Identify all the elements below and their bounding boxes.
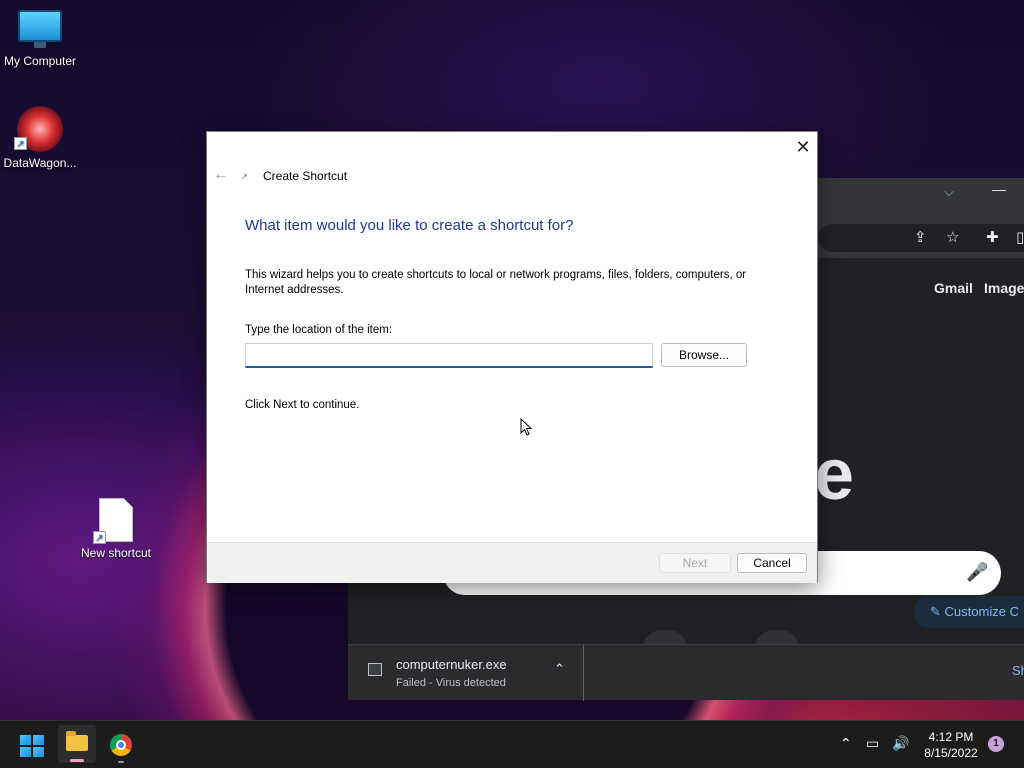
notification-badge[interactable]: 1 [988,736,1004,752]
taskbar-file-explorer[interactable] [58,725,96,763]
share-icon[interactable]: ⇪ [914,228,927,246]
location-label: Type the location of the item: [245,324,393,336]
sidebar-icon[interactable]: ▯ [1016,228,1024,246]
desktop-icon-label: New shortcut [80,546,152,560]
bookmark-star-icon[interactable]: ☆ [946,228,959,246]
taskbar-clock[interactable]: 4:12 PM 8/15/2022 [918,729,984,761]
running-indicator [118,761,124,763]
start-button[interactable] [20,735,44,757]
folder-icon [66,731,88,751]
windows-logo-icon [20,735,31,745]
close-button[interactable]: ✕ [793,136,813,158]
clock-time: 4:12 PM [928,730,974,744]
extensions-icon[interactable]: ✚ [986,228,999,246]
wizard-description: This wizard helps you to create shortcut… [245,269,747,296]
computer-icon [18,10,62,48]
cancel-button[interactable]: Cancel [737,553,807,573]
close-icon: ✕ [795,137,811,157]
back-arrow-icon: ← [213,166,229,183]
dialog-title: Create Shortcut [263,169,348,183]
wizard-icon: ↗ [241,172,248,181]
pencil-icon: ✎ [930,604,941,619]
google-logo-fragment: e [814,435,855,515]
active-indicator [70,759,84,762]
chevron-up-icon[interactable]: ⌃ [554,661,565,677]
volume-icon[interactable]: 🔊 [892,735,909,752]
download-status: Failed - Virus detected [396,677,506,689]
tab-search-chevron-icon[interactable]: ⌵ [944,184,954,200]
create-shortcut-dialog: ✕ ← ↗ Create Shortcut What item would yo… [206,131,818,583]
download-item[interactable]: computernuker.exe Failed - Virus detecte… [348,645,584,701]
next-button[interactable]: Next [659,553,731,573]
shortcut-arrow-icon: ↗ [14,137,27,150]
clock-date: 8/15/2022 [924,746,978,760]
file-icon [368,663,382,676]
network-icon[interactable]: ▭ [866,735,879,752]
desktop-icon-datawagon[interactable]: ↗ DataWagon... [0,106,80,170]
dialog-footer: Next Cancel [207,542,817,583]
desktop-icon-label: My Computer [3,54,77,68]
download-bar: computernuker.exe Failed - Virus detecte… [348,644,1024,701]
customize-label: Customize C [944,604,1019,619]
download-filename: computernuker.exe [396,657,507,672]
location-input[interactable] [245,343,653,368]
customize-button[interactable]: ✎ Customize C [914,596,1024,628]
browse-button[interactable]: Browse... [661,343,747,367]
chevron-up-icon[interactable]: ⌃ [840,735,852,752]
back-button[interactable]: ← [213,166,231,186]
show-all-link[interactable]: Sh [1012,663,1024,678]
taskbar: ⌃ ▭ 🔊 4:12 PM 8/15/2022 1 [0,720,1024,768]
images-link[interactable]: Images [984,280,1024,296]
desktop-icon-new-shortcut[interactable]: ↗ New shortcut [76,498,156,560]
microphone-icon[interactable]: 🎤 [966,562,988,583]
taskbar-chrome[interactable] [110,734,132,756]
gmail-link[interactable]: Gmail [934,280,973,296]
wizard-heading: What item would you like to create a sho… [245,217,574,234]
shortcut-arrow-icon: ↗ [93,531,106,544]
minimize-button[interactable]: — [992,181,1006,197]
desktop-icon-label: DataWagon... [3,156,77,170]
desktop-icon-my-computer[interactable]: My Computer [0,10,80,68]
continue-instruction: Click Next to continue. [245,399,360,411]
mouse-cursor-icon [520,418,532,436]
